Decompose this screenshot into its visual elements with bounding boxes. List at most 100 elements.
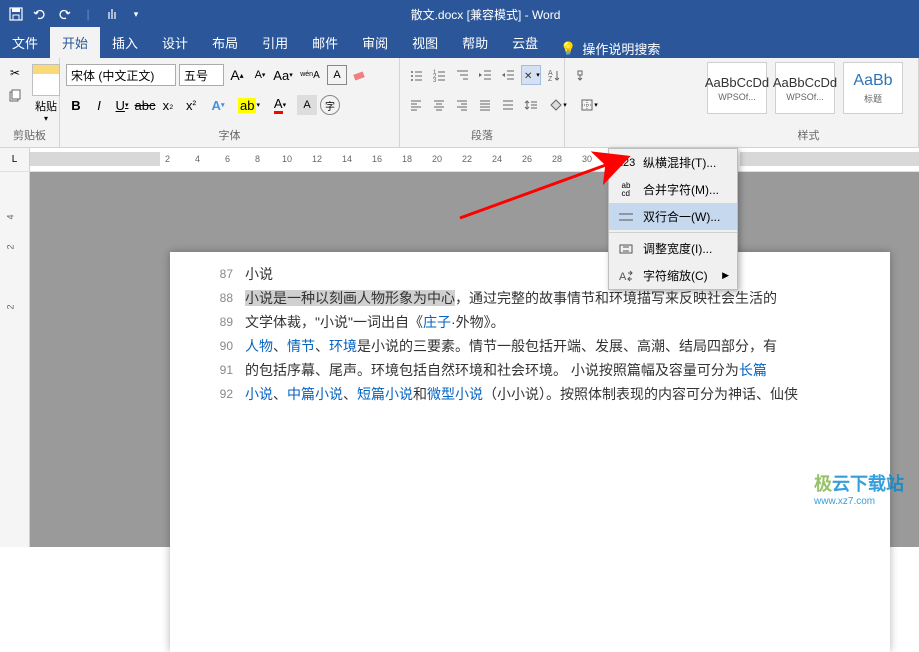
style-name: 标题 [864,92,882,105]
superscript-button[interactable]: x² [181,95,201,115]
menu-char-scale[interactable]: A 字符缩放(C) ▶ [609,262,737,289]
tab-view[interactable]: 视图 [400,27,450,58]
justify-icon[interactable] [475,95,495,115]
line-text[interactable]: 文学体裁，"小说"一词出自《庄子·外物》。 [245,310,850,334]
save-icon[interactable] [8,6,24,22]
line-text[interactable]: 人物、情节、环境是小说的三要素。情节一般包括开端、发展、高潮、结局四部分，有 [245,334,850,358]
align-left-icon[interactable] [406,95,426,115]
hyperlink[interactable]: 情节 [287,338,315,354]
hyperlink[interactable]: 短篇小说 [357,386,413,402]
subscript-button[interactable]: x₂ [158,95,178,115]
touch-mode-icon[interactable] [104,6,120,22]
vertical-ruler[interactable]: 4 2 2 [0,172,30,547]
tab-design[interactable]: 设计 [150,27,200,58]
font-color-icon[interactable]: A▾ [266,95,294,115]
menu-vertical-horizontal[interactable]: 123 纵横混排(T)... [609,149,737,176]
line-text[interactable]: 小说是一种以刻画人物形象为中心，通过完整的故事情节和环境描写来反映社会生活的 [245,286,850,310]
numbering-icon[interactable]: 123 [429,65,449,85]
line-text[interactable]: 的包括序幕、尾声。环境包括自然环境和社会环境。 小说按照篇幅及容量可分为长篇 [245,358,850,382]
clear-formatting-icon[interactable] [350,65,370,85]
line-spacing-icon[interactable] [521,95,541,115]
highlight-icon[interactable]: ab▾ [235,95,263,115]
shrink-font-icon[interactable]: A▾ [250,65,270,85]
align-right-icon[interactable] [452,95,472,115]
menu-fit-width[interactable]: 调整宽度(I)... [609,235,737,262]
enclose-char-icon[interactable]: 字 [320,95,340,115]
menu-separator [609,232,737,233]
svg-text:3: 3 [433,78,437,82]
distribute-icon[interactable] [498,95,518,115]
style-preview: AaBbCcDd [705,75,769,90]
tab-file[interactable]: 文件 [0,27,50,58]
tab-review[interactable]: 审阅 [350,27,400,58]
underline-button[interactable]: U▾ [112,95,132,115]
hyperlink[interactable]: 环境 [329,338,357,354]
decrease-indent-icon[interactable] [475,65,495,85]
ruler-area: L 2 4 6 8 10 12 14 16 18 20 22 24 26 28 … [0,148,919,172]
tab-layout[interactable]: 布局 [200,27,250,58]
menu-two-lines-one[interactable]: 双行合一(W)... [609,203,737,230]
combine-icon: abcd [617,182,635,198]
horizontal-ruler[interactable]: 2 4 6 8 10 12 14 16 18 20 22 24 26 28 30… [30,148,919,171]
hyperlink[interactable]: 中篇小说 [287,386,343,402]
style-preview: AaBbCcDd [773,75,837,90]
sort-icon[interactable]: AZ [544,65,564,85]
style-preview: AaBb [853,72,892,90]
line-number: 89 [210,310,245,334]
increase-indent-icon[interactable] [498,65,518,85]
char-border-icon[interactable]: A [327,65,347,85]
strikethrough-button[interactable]: abc [135,95,155,115]
style-item-3[interactable]: AaBb 标题 [843,62,903,114]
menu-combine-chars[interactable]: abcd 合并字符(M)... [609,176,737,203]
text-effects-icon[interactable]: A▾ [204,95,232,115]
redo-icon[interactable] [56,6,72,22]
bullets-icon[interactable] [406,65,426,85]
asian-layout-dropdown: 123 纵横混排(T)... abcd 合并字符(M)... 双行合一(W)..… [608,148,738,290]
tab-insert[interactable]: 插入 [100,27,150,58]
font-name-select[interactable] [66,64,176,86]
document-line: 88 小说是一种以刻画人物形象为中心，通过完整的故事情节和环境描写来反映社会生活… [210,286,850,310]
multilevel-list-icon[interactable] [452,65,472,85]
scale-icon: A [617,268,635,284]
ruler-corner[interactable]: L [0,148,30,171]
paste-button[interactable]: 粘贴 ▾ [28,60,64,127]
font-size-select[interactable] [179,64,224,86]
change-case-icon[interactable]: Aa▾ [273,65,293,85]
asian-layout-icon[interactable]: ✕▾ [521,65,541,85]
phonetic-guide-icon[interactable]: wénA [296,65,324,85]
tab-mailings[interactable]: 邮件 [300,27,350,58]
submenu-arrow-icon: ▶ [722,270,729,281]
italic-button[interactable]: I [89,95,109,115]
qat-customize-icon[interactable]: ▾ [128,6,144,22]
vertical-text-icon: 123 [617,155,635,171]
document-line: 89 文学体裁，"小说"一词出自《庄子·外物》。 [210,310,850,334]
tab-references[interactable]: 引用 [250,27,300,58]
hyperlink[interactable]: 长篇 [739,362,767,378]
line-text[interactable]: 小说 [245,262,850,286]
tab-cloud[interactable]: 云盘 [500,27,550,58]
hyperlink[interactable]: 人物 [245,338,273,354]
hyperlink[interactable]: 小说 [245,386,273,402]
page-container[interactable]: 87 小说 88 小说是一种以刻画人物形象为中心，通过完整的故事情节和环境描写来… [30,172,919,547]
copy-icon[interactable] [6,86,24,104]
styles-group: AaBbCcDd WPSOf... AaBbCcDd WPSOf... AaBb… [565,58,919,147]
char-shading-icon[interactable]: A [297,95,317,115]
cut-icon[interactable]: ✂ [6,64,24,82]
align-center-icon[interactable] [429,95,449,115]
style-item-1[interactable]: AaBbCcDd WPSOf... [707,62,767,114]
hyperlink[interactable]: 庄子 [423,314,451,330]
line-text[interactable]: 小说、中篇小说、短篇小说和微型小说（小小说）。按照体制表现的内容可分为神话、仙侠 [245,382,850,406]
tab-home[interactable]: 开始 [50,27,100,58]
paste-dropdown-icon: ▾ [44,114,48,123]
undo-icon[interactable] [32,6,48,22]
style-item-2[interactable]: AaBbCcDd WPSOf... [775,62,835,114]
hyperlink[interactable]: 微型小说 [427,386,483,402]
tab-help[interactable]: 帮助 [450,27,500,58]
document-line: 90 人物、情节、环境是小说的三要素。情节一般包括开端、发展、高潮、结局四部分，… [210,334,850,358]
grow-font-icon[interactable]: A▴ [227,65,247,85]
tell-me-search[interactable]: 💡 操作说明搜索 [550,39,670,58]
titlebar: | ▾ 散文.docx [兼容模式] - Word [0,0,919,28]
menu-label: 纵横混排(T)... [643,154,716,171]
font-group: A▴ A▾ Aa▾ wénA A B I U▾ abc x₂ x² A▾ ab▾… [60,58,400,147]
bold-button[interactable]: B [66,95,86,115]
